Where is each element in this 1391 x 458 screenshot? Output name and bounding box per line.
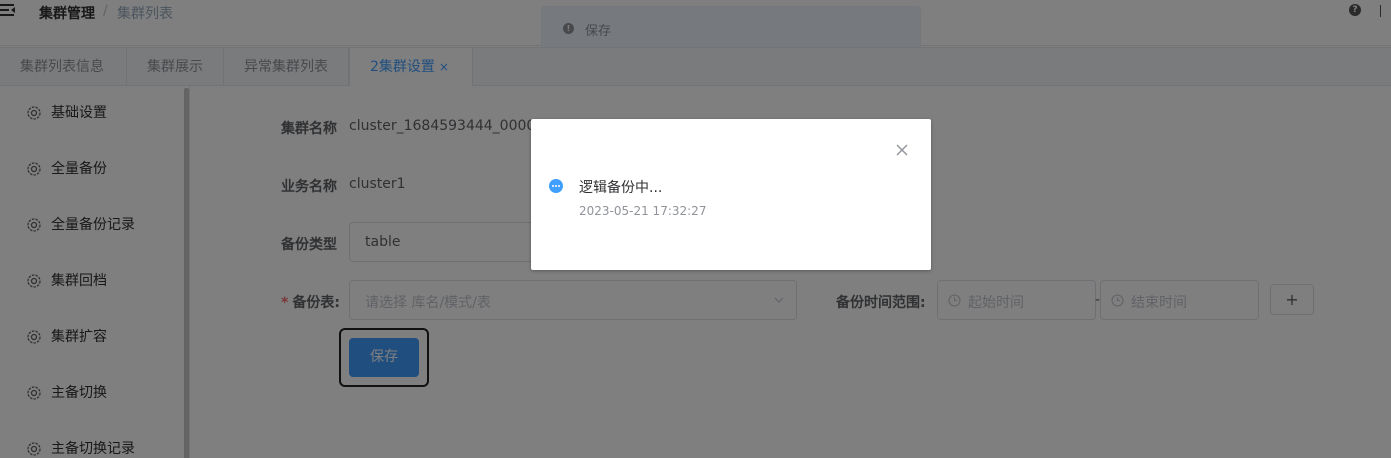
loading-dots-icon <box>549 179 563 193</box>
dialog-timestamp: 2023-05-21 17:32:27 <box>579 204 707 218</box>
dialog-title: 逻辑备份中... <box>579 180 663 196</box>
close-icon[interactable] <box>895 143 909 157</box>
backup-progress-dialog: 逻辑备份中... 2023-05-21 17:32:27 <box>531 119 931 270</box>
